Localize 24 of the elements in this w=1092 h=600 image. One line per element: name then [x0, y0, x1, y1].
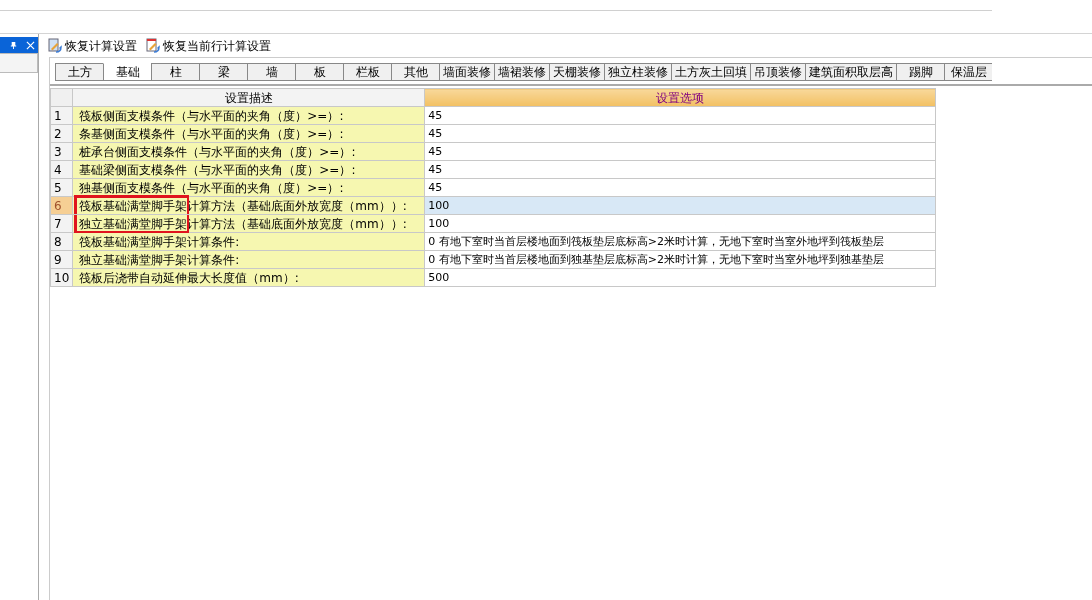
tab[interactable]: 柱 [151, 63, 199, 81]
pin-icon[interactable] [9, 40, 18, 50]
close-icon[interactable] [26, 40, 35, 50]
tab[interactable]: 板 [295, 63, 343, 81]
tab[interactable]: 天棚装修 [549, 63, 604, 81]
tab[interactable]: 梁 [199, 63, 247, 81]
tab[interactable]: 吊顶装修 [750, 63, 805, 81]
tab[interactable]: 墙面装修 [439, 63, 494, 81]
tab[interactable]: 保温层 [944, 63, 992, 81]
column-header: 设置选项 [424, 88, 936, 107]
toolbar-button[interactable]: 恢复计算设置 [45, 37, 139, 55]
tab[interactable]: 踢脚 [896, 63, 944, 81]
tab[interactable]: 土方 [55, 63, 103, 81]
tab[interactable]: 基础 [103, 63, 151, 81]
tab[interactable]: 建筑面积取层高 [805, 63, 896, 81]
tab[interactable]: 墙 [247, 63, 295, 81]
tab[interactable]: 栏板 [343, 63, 391, 81]
toolbar-button[interactable]: 恢复当前行计算设置 [143, 37, 273, 55]
tab[interactable]: 其他 [391, 63, 439, 81]
column-header: 设置描述 [72, 88, 425, 107]
tab[interactable]: 土方灰土回填 [671, 63, 750, 81]
tab[interactable]: 墙裙装修 [494, 63, 549, 81]
document-icon [145, 38, 161, 54]
tab[interactable]: 独立柱装修 [604, 63, 671, 81]
